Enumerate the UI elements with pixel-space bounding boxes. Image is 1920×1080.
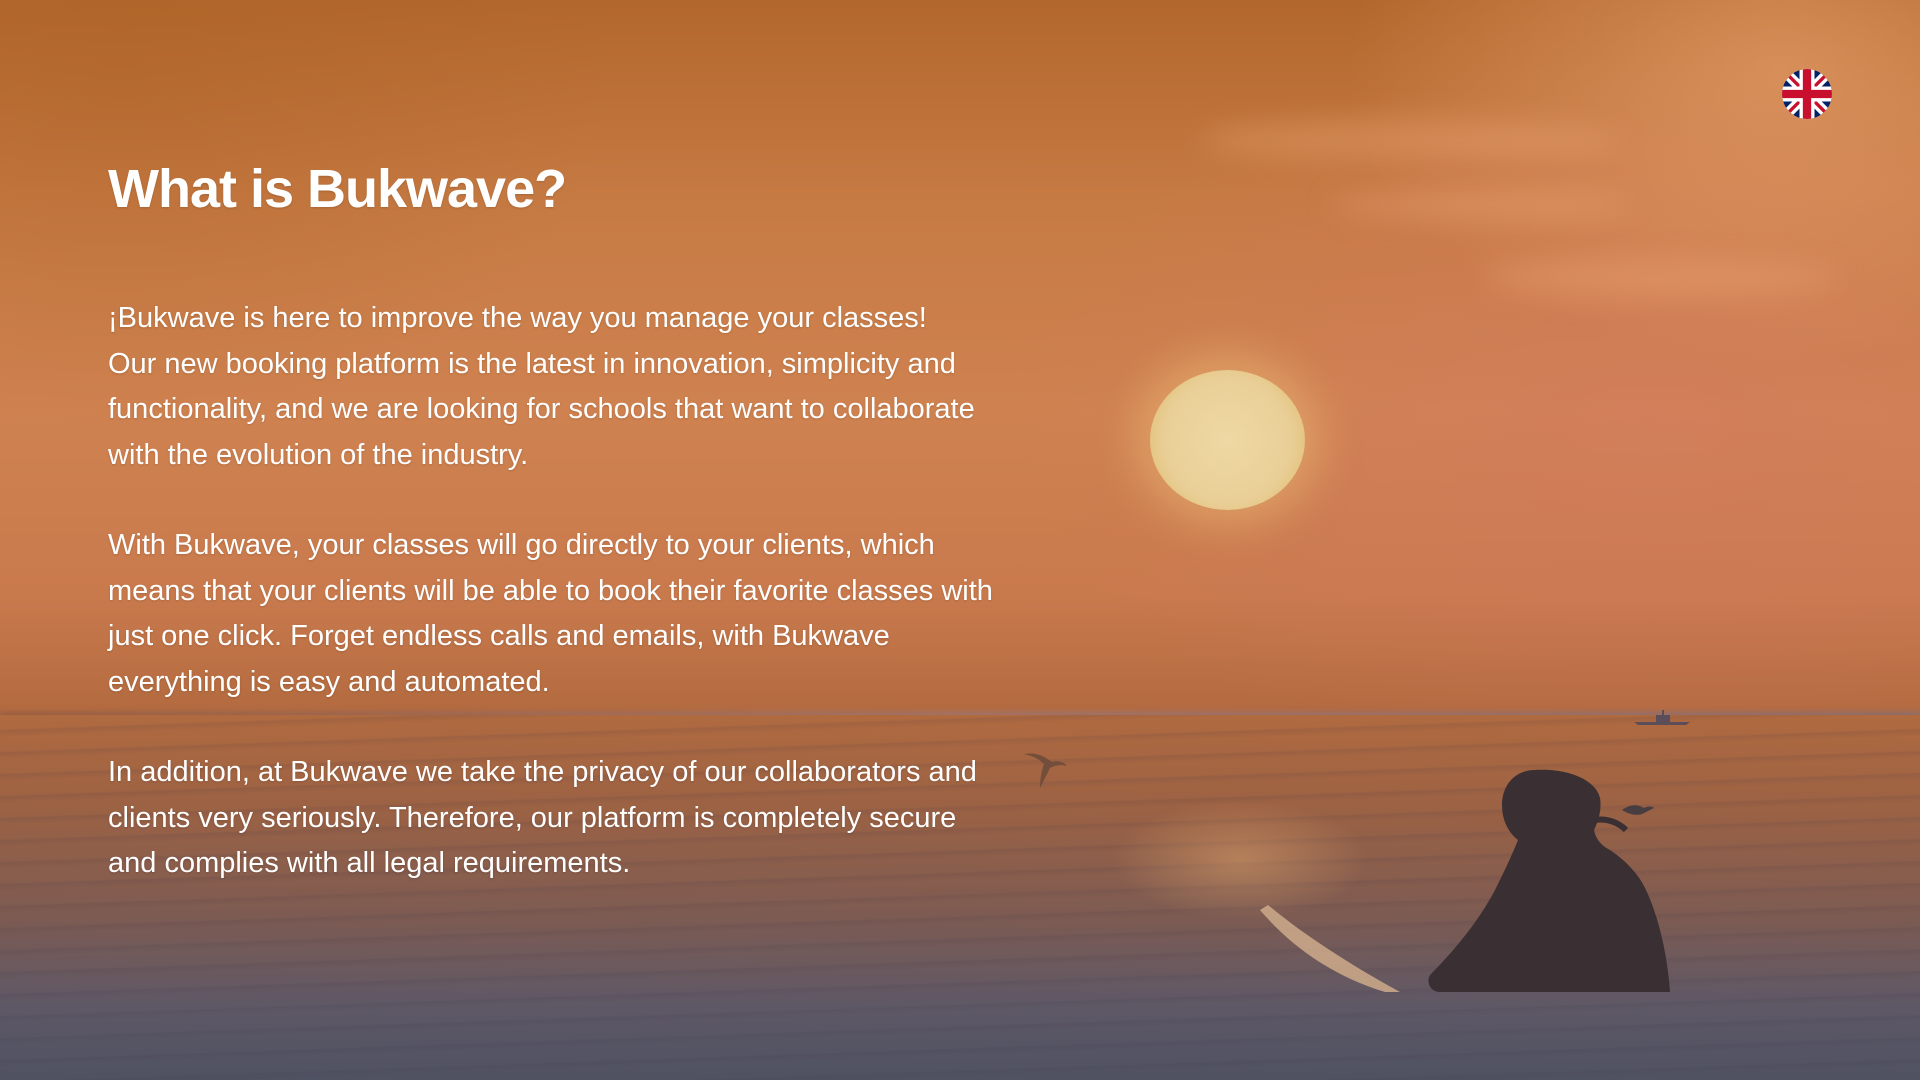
page-title: What is Bukwave? <box>108 159 567 219</box>
page: { "language": { "current_icon": "uk-flag… <box>0 0 1920 1080</box>
uk-flag-icon <box>1782 69 1832 119</box>
cloud <box>1480 260 1840 296</box>
paragraph-line: and complies with all legal requirements… <box>108 847 631 879</box>
paragraph-line: functionality, and we are looking for sc… <box>108 393 975 425</box>
language-selector-button[interactable] <box>1782 69 1832 119</box>
boat-silhouette <box>1634 710 1690 725</box>
paragraph-line: clients very seriously. Therefore, our p… <box>108 801 957 834</box>
sun <box>1150 370 1305 510</box>
hero-content: What is Bukwave? ¡Bukwave is here to imp… <box>108 150 1058 932</box>
paragraph-line: just one click. Forget endless calls and… <box>108 620 890 652</box>
surfer-silhouette <box>1260 769 1670 992</box>
paragraph-line: With Bukwave, your classes will go direc… <box>108 529 935 561</box>
cloud <box>1330 190 1630 220</box>
intro-paragraph: ¡Bukwave is here to improve the way you … <box>108 296 1058 478</box>
paragraph-line: everything is easy and automated. <box>108 665 550 698</box>
paragraph-line: Our new booking platform is the latest i… <box>108 347 956 380</box>
benefits-paragraph: With Bukwave, your classes will go direc… <box>108 523 1058 705</box>
paragraph-line: ¡Bukwave is here to improve the way you … <box>108 302 927 334</box>
paragraph-line: In addition, at Bukwave we take the priv… <box>108 756 977 788</box>
paragraph-line: with the evolution of the industry. <box>108 438 529 471</box>
privacy-paragraph: In addition, at Bukwave we take the priv… <box>108 750 1058 887</box>
cloud <box>1200 120 1620 160</box>
paragraph-line: means that your clients will be able to … <box>108 574 993 607</box>
